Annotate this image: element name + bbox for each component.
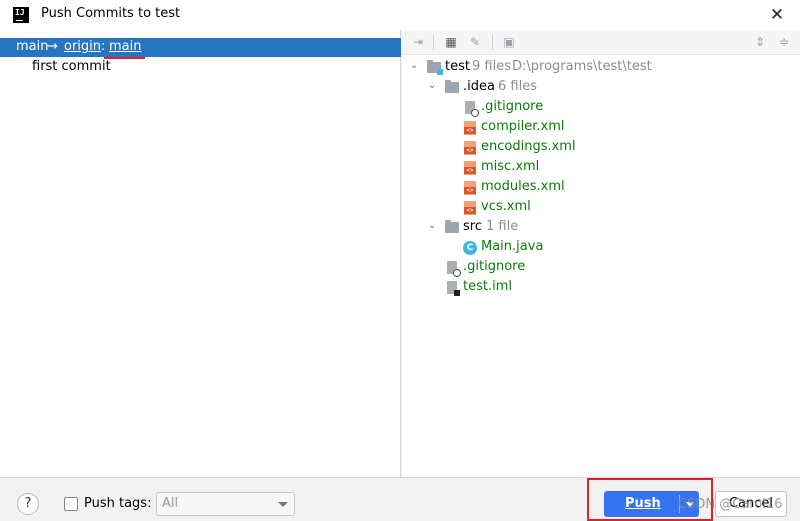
- help-button[interactable]: ?: [17, 493, 39, 515]
- chevron-down-icon: [278, 502, 288, 507]
- xml-file-icon: <>: [464, 181, 476, 195]
- push-highlight-box: [587, 478, 713, 521]
- file-count: 9 files: [472, 59, 511, 74]
- tree-row-file[interactable]: .gitignore: [402, 258, 800, 278]
- file-name: compiler.xml: [481, 119, 565, 134]
- tags-dropdown[interactable]: All: [156, 492, 295, 516]
- title-bar: IJ Push Commits to test ✕: [0, 0, 800, 30]
- file-count: 6 files: [498, 79, 537, 94]
- intellij-icon: IJ: [13, 7, 29, 23]
- toolbar-divider: [492, 35, 493, 50]
- file-name: encodings.xml: [481, 139, 576, 154]
- file-name: test.iml: [463, 279, 512, 294]
- file-name: .gitignore: [463, 259, 526, 274]
- module-folder-icon: [427, 60, 443, 75]
- branch-separator: :: [101, 39, 106, 54]
- chevron-down-icon[interactable]: ⌄: [428, 220, 436, 231]
- root-path: D:\programs\test\test: [512, 59, 652, 74]
- group-by-icon[interactable]: ▦: [442, 33, 460, 51]
- file-name: vcs.xml: [481, 199, 531, 214]
- chevron-down-icon[interactable]: ⌄: [410, 60, 418, 71]
- toolbar-divider: [433, 35, 434, 50]
- java-class-icon: C: [463, 241, 477, 255]
- push-tags-checkbox[interactable]: [64, 497, 78, 511]
- remote-link[interactable]: origin: [64, 39, 101, 54]
- tree-row-src[interactable]: ⌄ src 1 file: [402, 218, 800, 238]
- tree-node-name: src: [463, 219, 482, 234]
- files-toolbar: ⇥ ▦ ✎ ▣ ⇕ ≑: [402, 30, 800, 55]
- tree-row-file[interactable]: .gitignore: [402, 98, 800, 118]
- tree-row-file[interactable]: <> encodings.xml: [402, 138, 800, 158]
- commit-item[interactable]: first commit: [32, 59, 111, 74]
- preview-icon[interactable]: ▣: [500, 33, 518, 51]
- dialog-footer: ? Push tags: All Push Cancel CSDN @Carol…: [0, 477, 800, 521]
- tree-row-file[interactable]: <> compiler.xml: [402, 118, 800, 138]
- ignore-file-icon: [447, 261, 461, 277]
- window-title: Push Commits to test: [41, 6, 181, 21]
- folder-icon: [445, 80, 459, 93]
- xml-file-icon: <>: [464, 141, 476, 155]
- tree-row-file[interactable]: test.iml: [402, 278, 800, 298]
- arrow-icon: →: [47, 39, 58, 54]
- highlight-underline: [104, 57, 145, 59]
- xml-file-icon: <>: [464, 201, 476, 215]
- file-name: Main.java: [481, 239, 544, 254]
- tree-row-file[interactable]: C Main.java: [402, 238, 800, 258]
- expand-all-icon[interactable]: ⇕: [751, 33, 769, 51]
- tree-row-idea[interactable]: ⌄ .idea 6 files: [402, 78, 800, 98]
- tree-row-file[interactable]: <> vcs.xml: [402, 198, 800, 218]
- tree-row-file[interactable]: <> modules.xml: [402, 178, 800, 198]
- close-icon[interactable]: ✕: [765, 3, 789, 27]
- file-name: .gitignore: [481, 99, 544, 114]
- collapse-all-icon[interactable]: ≑: [775, 33, 793, 51]
- push-tags-label[interactable]: Push tags:: [84, 496, 151, 511]
- folder-icon: [445, 220, 459, 233]
- xml-file-icon: <>: [464, 121, 476, 135]
- target-branch-link[interactable]: main: [109, 39, 141, 54]
- branch-row[interactable]: main → origin : main: [0, 38, 401, 57]
- tags-dropdown-value: All: [162, 496, 179, 511]
- collapse-icon[interactable]: ⇥: [409, 33, 427, 51]
- edit-icon[interactable]: ✎: [466, 33, 484, 51]
- file-name: modules.xml: [481, 179, 565, 194]
- local-branch: main: [16, 39, 49, 54]
- iml-file-icon: [447, 281, 460, 296]
- file-name: misc.xml: [481, 159, 540, 174]
- tree-row-root[interactable]: ⌄ test 9 files D:\programs\test\test: [402, 58, 800, 78]
- files-pane: ⇥ ▦ ✎ ▣ ⇕ ≑ ⌄ test 9 files D:\programs\t…: [402, 30, 800, 477]
- chevron-down-icon[interactable]: ⌄: [428, 80, 436, 91]
- file-count: 1 file: [486, 219, 519, 234]
- tree-row-file[interactable]: <> misc.xml: [402, 158, 800, 178]
- xml-file-icon: <>: [464, 161, 476, 175]
- tree-node-name: test: [445, 59, 470, 74]
- tree-node-name: .idea: [463, 79, 495, 94]
- commits-pane: main → origin : main first commit: [0, 30, 401, 477]
- ignore-file-icon: [465, 101, 479, 117]
